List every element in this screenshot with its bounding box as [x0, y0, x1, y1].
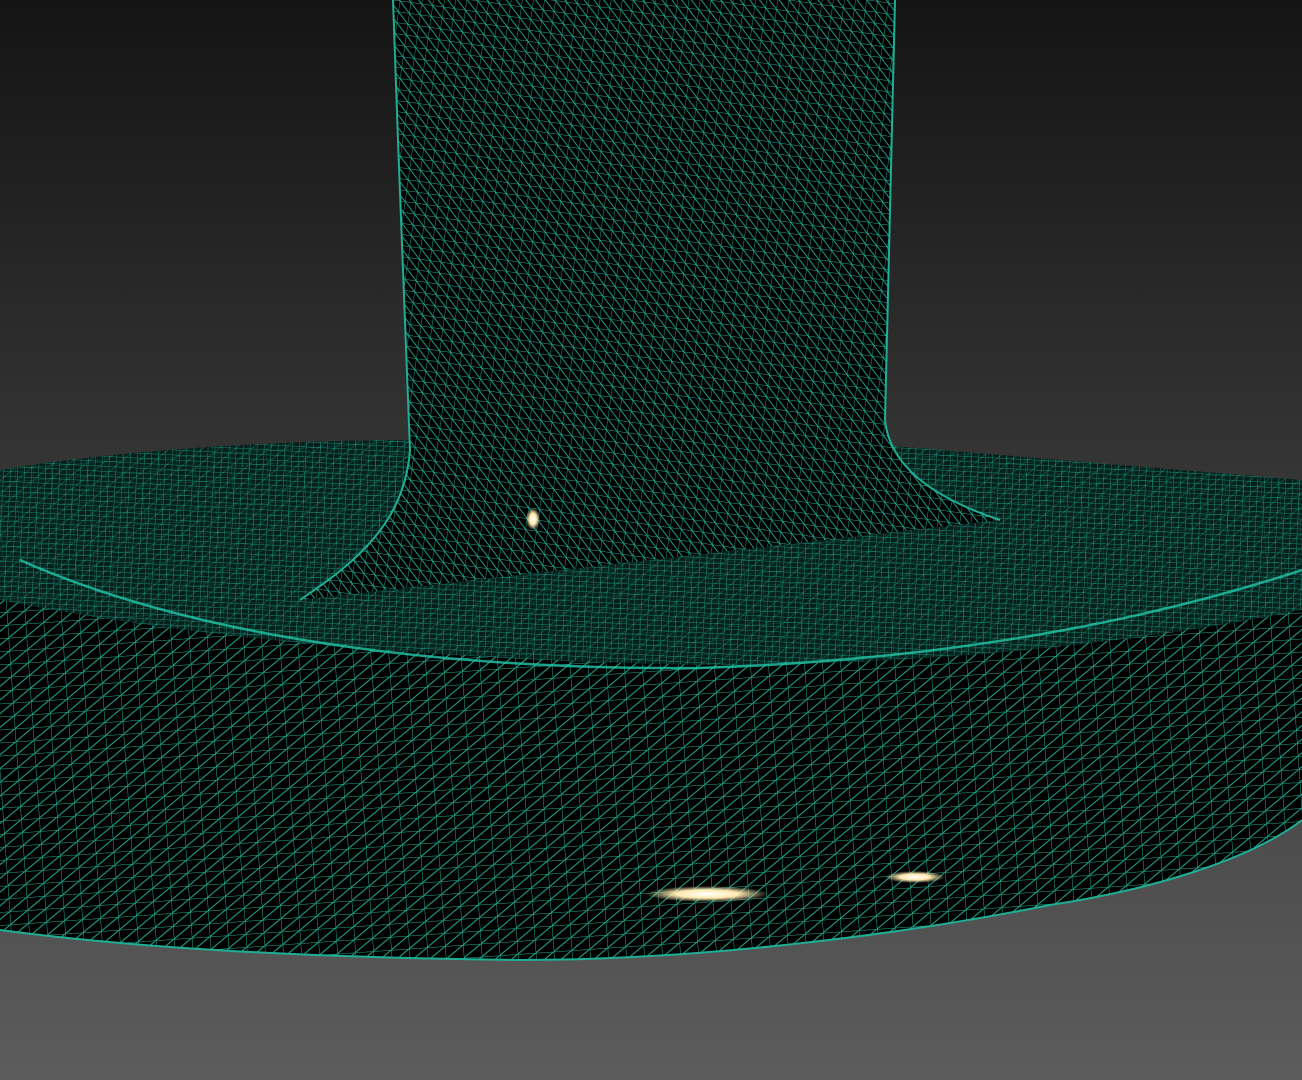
specular-spot-column	[526, 508, 540, 530]
specular-spot-base-left	[645, 886, 769, 902]
viewport-scene[interactable]	[0, 0, 1302, 1080]
3d-viewport[interactable]	[0, 0, 1302, 1080]
specular-spot-base-right	[885, 871, 945, 883]
